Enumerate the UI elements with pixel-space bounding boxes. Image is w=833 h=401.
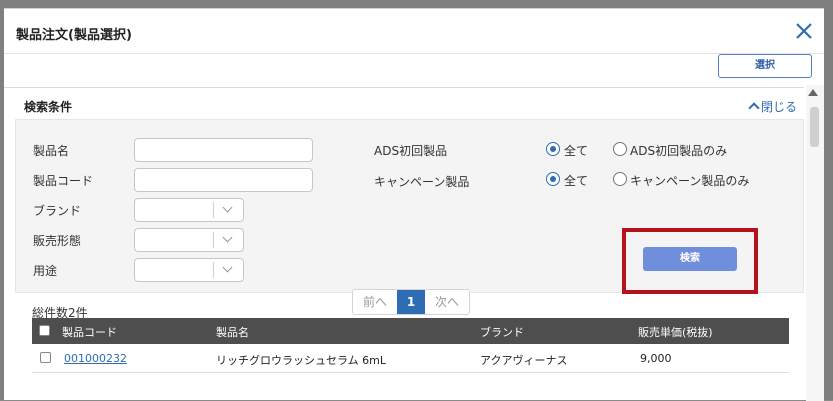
table-header: 製品コード 製品名 ブランド 販売単価(税抜) (32, 318, 789, 344)
product-name-cell: リッチグロウラッシュセラム 6mL (216, 354, 387, 367)
search-button[interactable]: 検索 (643, 247, 737, 271)
toolbar-divider (4, 87, 804, 88)
sales-form-label: 販売形態 (33, 234, 82, 248)
chevron-down-icon (222, 232, 233, 243)
brand-select[interactable] (134, 198, 244, 222)
pager-page-1[interactable]: 1 (397, 290, 425, 314)
product-code-input[interactable] (134, 168, 313, 192)
ads-all-label[interactable]: 全て (564, 142, 588, 159)
scrollbar-thumb[interactable] (810, 107, 819, 147)
brand-label: ブランド (33, 204, 82, 218)
column-header-name: 製品名 (216, 326, 249, 339)
select-all-checkbox[interactable] (39, 325, 50, 336)
select-divider (213, 232, 214, 248)
product-name-input[interactable] (134, 138, 313, 162)
usage-label: 用途 (33, 264, 58, 278)
dialog-title: 製品注文(製品選択) (16, 28, 132, 43)
column-header-price: 販売単価(税抜) (638, 326, 713, 339)
product-select-dialog: 製品注文(製品選択) 選択 検索条件 閉じる 製品名 製品コード ブランド 販売… (4, 8, 824, 401)
pagination: 前へ 1 次へ (352, 289, 470, 315)
pager-prev[interactable]: 前へ (353, 290, 397, 314)
campaign-label: キャンペーン製品 (374, 175, 470, 189)
select-button[interactable]: 選択 (718, 54, 812, 78)
ads-all-radio[interactable] (546, 142, 560, 156)
brand-cell: アクアヴィーナス (480, 354, 568, 367)
scroll-up-icon[interactable] (808, 89, 818, 96)
campaign-all-label[interactable]: 全て (564, 172, 588, 189)
usage-select[interactable] (134, 258, 244, 282)
chevron-down-icon (222, 202, 233, 213)
select-divider (213, 262, 214, 278)
campaign-only-radio[interactable] (613, 172, 627, 186)
price-cell: 9,000 (640, 352, 672, 365)
campaign-all-radio[interactable] (546, 172, 560, 186)
search-conditions-title: 検索条件 (24, 100, 73, 114)
select-divider (213, 202, 214, 218)
pager-next[interactable]: 次へ (425, 290, 469, 314)
chevron-up-icon (748, 102, 760, 114)
collapse-label: 閉じる (761, 100, 798, 114)
close-icon[interactable] (794, 21, 814, 41)
collapse-toggle[interactable]: 閉じる (748, 98, 798, 115)
chevron-down-icon (222, 262, 233, 273)
column-header-code: 製品コード (62, 326, 117, 339)
table-row: 001000232 リッチグロウラッシュセラム 6mL アクアヴィーナス 9,0… (32, 344, 789, 373)
row-checkbox[interactable] (40, 352, 51, 363)
ads-first-label: ADS初回製品 (374, 144, 448, 158)
column-header-brand: ブランド (480, 326, 524, 339)
product-name-label: 製品名 (33, 144, 70, 158)
ads-only-label[interactable]: ADS初回製品のみ (630, 142, 727, 159)
ads-only-radio[interactable] (613, 142, 627, 156)
sales-form-select[interactable] (134, 228, 244, 252)
product-code-link[interactable]: 001000232 (64, 352, 127, 365)
header-divider (4, 53, 824, 54)
campaign-only-label[interactable]: キャンペーン製品のみ (630, 172, 749, 189)
product-code-label: 製品コード (33, 174, 94, 188)
